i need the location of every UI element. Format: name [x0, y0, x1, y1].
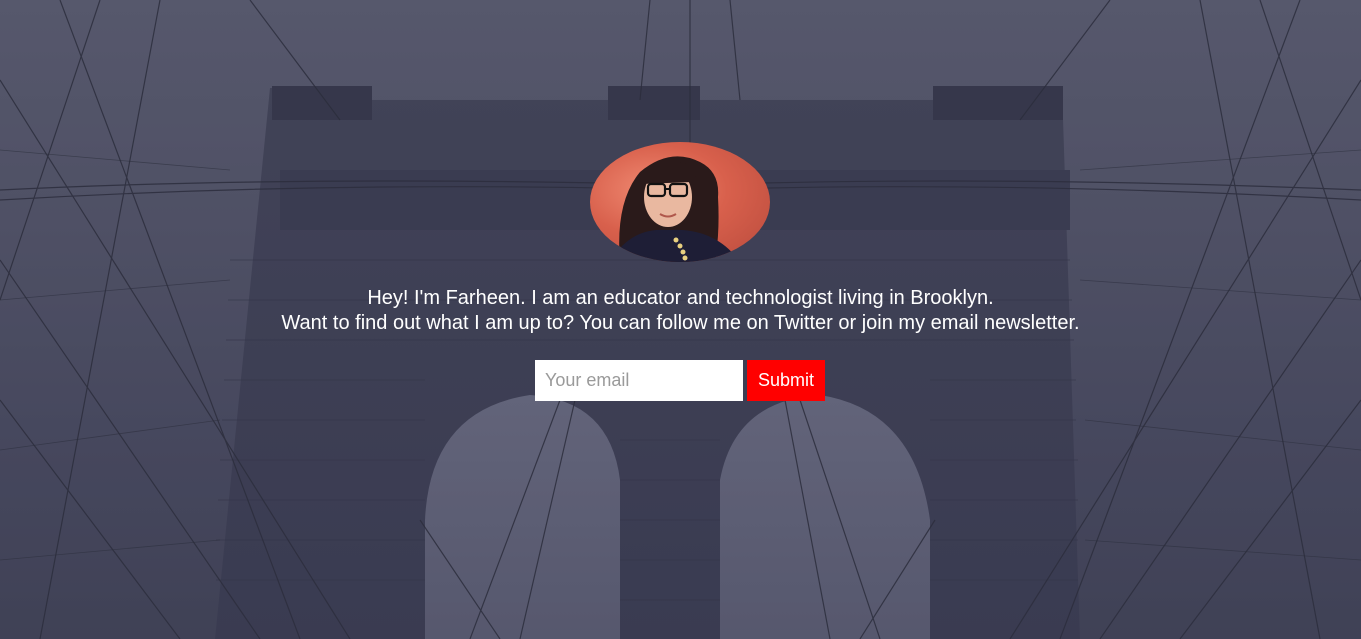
intro-line-1: Hey! I'm Farheen. I am an educator and t… — [367, 287, 994, 309]
submit-button[interactable]: Submit — [747, 360, 825, 401]
profile-photo — [610, 156, 740, 262]
intro-line-2: Want to find out what I am up to? You ca… — [281, 312, 1080, 334]
newsletter-signup-form: Submit — [535, 360, 835, 401]
intro-text: Hey! I'm Farheen. I am an educator and t… — [0, 286, 1361, 336]
email-field[interactable] — [535, 360, 743, 401]
profile-avatar — [590, 142, 770, 262]
page-content: Hey! I'm Farheen. I am an educator and t… — [0, 0, 1361, 639]
